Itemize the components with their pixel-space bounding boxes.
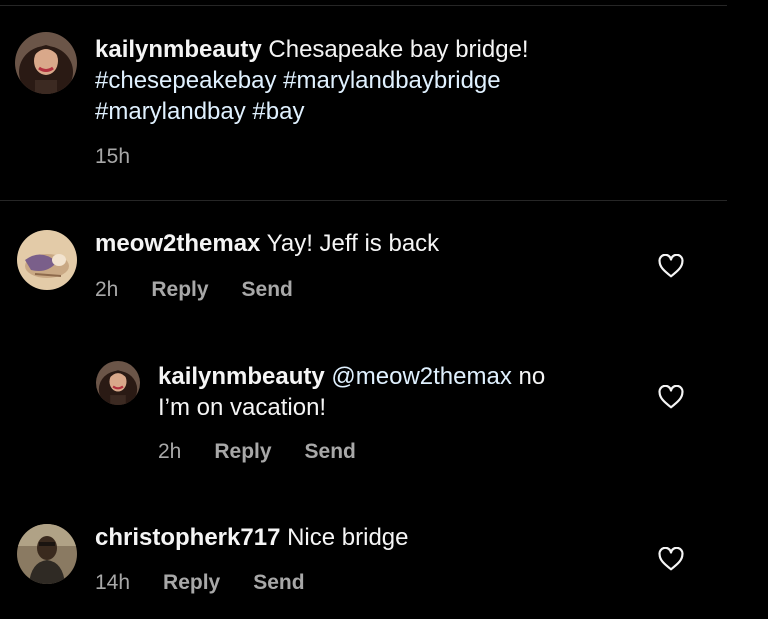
top-divider: [0, 5, 727, 6]
send-button-3[interactable]: Send: [253, 571, 304, 595]
caption-body: Chesapeake bay bridge!: [268, 36, 529, 63]
comment-timestamp-1: 2h: [95, 278, 119, 301]
caption-divider: [0, 200, 727, 201]
comment-meta-2: 2h Reply Send: [158, 440, 356, 464]
caption-author-avatar[interactable]: [15, 32, 77, 94]
caption-meta: 15h: [95, 145, 130, 169]
comment-body-2a: no: [518, 363, 546, 390]
caption-text: kailynmbeauty Chesapeake bay bridge! #ch…: [95, 34, 655, 127]
comment-avatar-christopherk717[interactable]: [17, 524, 77, 584]
heart-outline-icon[interactable]: [658, 254, 684, 278]
comment-mention-2[interactable]: @meow2themax: [331, 363, 511, 390]
caption-hashtags-line2[interactable]: #marylandbay #bay: [95, 98, 304, 125]
send-button-2[interactable]: Send: [305, 440, 356, 464]
comment-text-2: kailynmbeauty @meow2themax no I’m on vac…: [158, 361, 638, 423]
comment-body-3: Nice bridge: [287, 524, 409, 551]
comment-body-1: Yay! Jeff is back: [266, 230, 440, 257]
caption-timestamp: 15h: [95, 145, 131, 168]
comment-username-1[interactable]: meow2themax: [95, 230, 260, 257]
heart-outline-icon[interactable]: [658, 385, 684, 409]
caption-hashtags-line1[interactable]: #chesepeakebay #marylandbaybridge: [95, 67, 501, 94]
reply-button-2[interactable]: Reply: [214, 440, 271, 464]
comment-meta-3: 14h Reply Send: [95, 571, 305, 595]
reply-avatar-kailynmbeauty[interactable]: [96, 361, 140, 405]
comment-body-2b: I’m on vacation!: [158, 394, 327, 421]
reply-button-1[interactable]: Reply: [151, 278, 208, 302]
comment-username-3[interactable]: christopherk717: [95, 524, 280, 551]
comment-text-3: christopherk717 Nice bridge: [95, 522, 655, 553]
caption-username[interactable]: kailynmbeauty: [95, 36, 262, 63]
comment-text-1: meow2themax Yay! Jeff is back: [95, 228, 655, 259]
comment-avatar-meow2themax[interactable]: [17, 230, 77, 290]
comment-username-2[interactable]: kailynmbeauty: [158, 363, 325, 390]
comment-timestamp-3: 14h: [95, 571, 131, 594]
reply-button-3[interactable]: Reply: [163, 571, 220, 595]
comment-timestamp-2: 2h: [158, 440, 182, 463]
send-button-1[interactable]: Send: [242, 278, 293, 302]
heart-outline-icon[interactable]: [658, 547, 684, 571]
comment-meta-1: 2h Reply Send: [95, 278, 293, 302]
